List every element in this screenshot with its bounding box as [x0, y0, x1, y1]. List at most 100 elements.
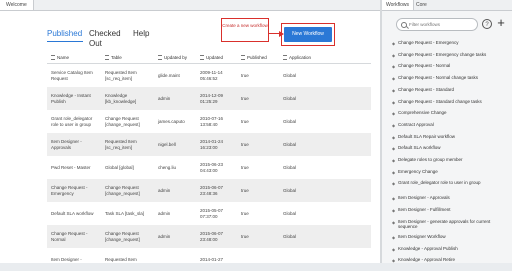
workflow-label: Change Request - Emergency: [398, 40, 459, 45]
new-workflow-button[interactable]: New Workflow: [284, 27, 332, 42]
cell-updated: 2010-07-16 13:58:40: [200, 116, 224, 127]
workflow-list-item[interactable]: ◆ Emergency Change: [392, 169, 510, 175]
workflow-editor-pane: Welcome Published Checked Out Help Creat…: [0, 0, 381, 263]
workflow-list-item[interactable]: ◆ Grant role_delegator role to user in gr…: [392, 180, 510, 186]
tab-published[interactable]: Published: [47, 29, 82, 39]
workflow-icon: ◆: [392, 64, 396, 70]
cell-name[interactable]: Change Request - Normal: [51, 225, 101, 248]
cell-updated: 2015-06-23 04:43:00: [200, 162, 224, 173]
tab-help[interactable]: Help: [133, 29, 149, 39]
workflow-icon: ◆: [392, 246, 396, 252]
workflow-list-item[interactable]: ◆ Contract Approval: [392, 122, 510, 128]
workflow-list-item[interactable]: ◆ Default SLA workflow: [392, 145, 510, 151]
cell-name[interactable]: Item Designer -: [51, 248, 101, 271]
cell-table: Requested Item [sc_req_item]: [105, 139, 137, 150]
tab-core[interactable]: Core: [412, 0, 431, 10]
add-icon[interactable]: +: [495, 16, 507, 30]
column-header-updated[interactable]: Updated: [200, 53, 223, 63]
workflow-label: Delegate roles to group member: [398, 157, 463, 162]
table-row[interactable]: Item Designer - Requested Item 2014-01-27: [47, 248, 371, 271]
cell-table: Requested Item: [105, 256, 137, 262]
cell-table: Knowledge [kb_knowledge]: [105, 93, 137, 104]
table-row[interactable]: Service Catalog Item Request Requested It…: [47, 64, 371, 87]
workflow-icon: ◆: [392, 169, 396, 175]
workflow-list-item[interactable]: ◆ Change Request - Normal change tasks: [392, 75, 510, 81]
column-header-name[interactable]: Name: [51, 53, 69, 63]
table-row[interactable]: Knowledge - Instant Publish Knowledge [kb…: [47, 87, 371, 110]
cell-updated-by: james.caputo: [158, 118, 185, 124]
cell-name[interactable]: Item Designer - Approvals: [51, 133, 101, 156]
cell-name[interactable]: Knowledge - Instant Publish: [51, 87, 101, 110]
tab-welcome[interactable]: Welcome: [0, 0, 34, 10]
workflow-list-item[interactable]: ◆ Item Designer Workflow: [392, 234, 510, 240]
workflow-list-item[interactable]: ◆ Change Request - Emergency change tasks: [392, 52, 510, 58]
help-icon[interactable]: ?: [482, 19, 492, 29]
cell-published: true: [241, 187, 249, 193]
workflow-list-item[interactable]: ◆ Item Designer - Fulfillment: [392, 207, 510, 213]
menu-icon: [283, 55, 287, 61]
table-row[interactable]: Grant role_delegator role to user in gro…: [47, 110, 371, 133]
cell-application: Global: [283, 118, 297, 124]
active-tab-indicator: [47, 41, 83, 42]
editor-tab-bar: Welcome: [0, 0, 380, 11]
workflow-label: Change Request - Normal change tasks: [398, 75, 479, 81]
workflow-list-item[interactable]: ◆ Change Request - Normal: [392, 63, 510, 69]
workflow-list-item[interactable]: ◆ Change Request - Emergency: [392, 40, 510, 46]
menu-icon: [241, 55, 245, 61]
workflow-label: Item Designer Workflow: [398, 233, 446, 239]
cell-name[interactable]: Service Catalog Item Request: [51, 64, 101, 87]
cell-application: Global: [283, 72, 297, 78]
workflow-label: Knowledge - Approval Retire: [398, 257, 456, 263]
cell-name[interactable]: Grant role_delegator role to user in gro…: [51, 110, 101, 133]
cell-name[interactable]: Pwd Reset - Master: [51, 156, 101, 179]
workflow-list-item[interactable]: ◆ Change Request - Standard change tasks: [392, 99, 510, 105]
cell-application: Global: [283, 164, 297, 170]
workflow-label: Knowledge - Approval Publish: [398, 245, 458, 251]
cell-name[interactable]: Default SLA workflow: [51, 202, 101, 225]
cell-application: Global: [283, 210, 297, 216]
cell-published: true: [241, 210, 249, 216]
cell-updated-by: glide.maint: [158, 72, 180, 78]
workflow-label: Comprehensive Change: [398, 110, 447, 116]
workflow-list-item[interactable]: ◆ Delegate roles to group member: [392, 157, 510, 163]
workflow-list-item[interactable]: ◆ Item Designer - generate approvals for …: [392, 219, 510, 230]
workflow-icon: ◆: [392, 76, 396, 82]
tab-checked-out[interactable]: Checked Out: [89, 29, 121, 49]
table-row[interactable]: Change Request - Normal Change Request [c…: [47, 225, 371, 248]
workflow-list-item[interactable]: ◆ Item Designer - Approvals: [392, 195, 510, 201]
cell-published: true: [241, 72, 249, 78]
cell-updated: 2014-01-27: [200, 256, 224, 262]
cell-application: Global: [283, 187, 297, 193]
cell-name[interactable]: Change Request - Emergency: [51, 179, 101, 202]
column-header-table[interactable]: Table: [105, 53, 122, 63]
column-header-application[interactable]: Application: [283, 53, 311, 63]
callout-annotation: Create a new workflow: [221, 18, 269, 42]
workflow-label: Change Request - Standard change tasks: [398, 98, 482, 104]
cell-updated: 2015-06-07 23:48:36: [200, 185, 224, 196]
cell-table: Change Request [change_request]: [105, 116, 140, 127]
workflow-list-item[interactable]: ◆ Change Request - Standard: [392, 87, 510, 93]
cell-updated: 2014-01-24 16:23:00: [200, 139, 224, 150]
filter-workflows-input[interactable]: [409, 20, 475, 29]
workflow-label: Contract Approval: [398, 121, 434, 127]
cell-table: Task SLA [task_sla]: [105, 210, 145, 216]
table-row[interactable]: Item Designer - Approvals Requested Item …: [47, 133, 371, 156]
cell-updated-by: nigel.bell: [158, 141, 176, 147]
tab-workflows[interactable]: Workflows: [382, 0, 414, 10]
table-row[interactable]: Default SLA workflow Task SLA [task_sla] a…: [47, 202, 371, 225]
table-header: Name Table Updated by Updated Published …: [47, 53, 371, 64]
menu-icon: [200, 55, 204, 61]
column-header-updated-by[interactable]: Updated by: [158, 53, 187, 63]
workflow-label: Change Request - Standard: [398, 86, 455, 92]
workflow-label: Item Designer - Approvals: [398, 195, 450, 201]
column-header-published[interactable]: Published: [241, 53, 267, 63]
cell-published: true: [241, 118, 249, 124]
workflow-list-item[interactable]: ◆ Knowledge - Approval Retire: [392, 257, 510, 263]
cell-updated-by: admin: [158, 233, 171, 239]
workflow-list-item[interactable]: ◆ Knowledge - Approval Publish: [392, 246, 510, 252]
workflow-list-item[interactable]: ◆ Default SLA Repair workflow: [392, 134, 510, 140]
table-row[interactable]: Pwd Reset - Master Global [global] cheng.l…: [47, 156, 371, 179]
workflow-list-item[interactable]: ◆ Comprehensive Change: [392, 110, 510, 116]
table-row[interactable]: Change Request - Emergency Change Request…: [47, 179, 371, 202]
menu-icon: [105, 55, 109, 61]
